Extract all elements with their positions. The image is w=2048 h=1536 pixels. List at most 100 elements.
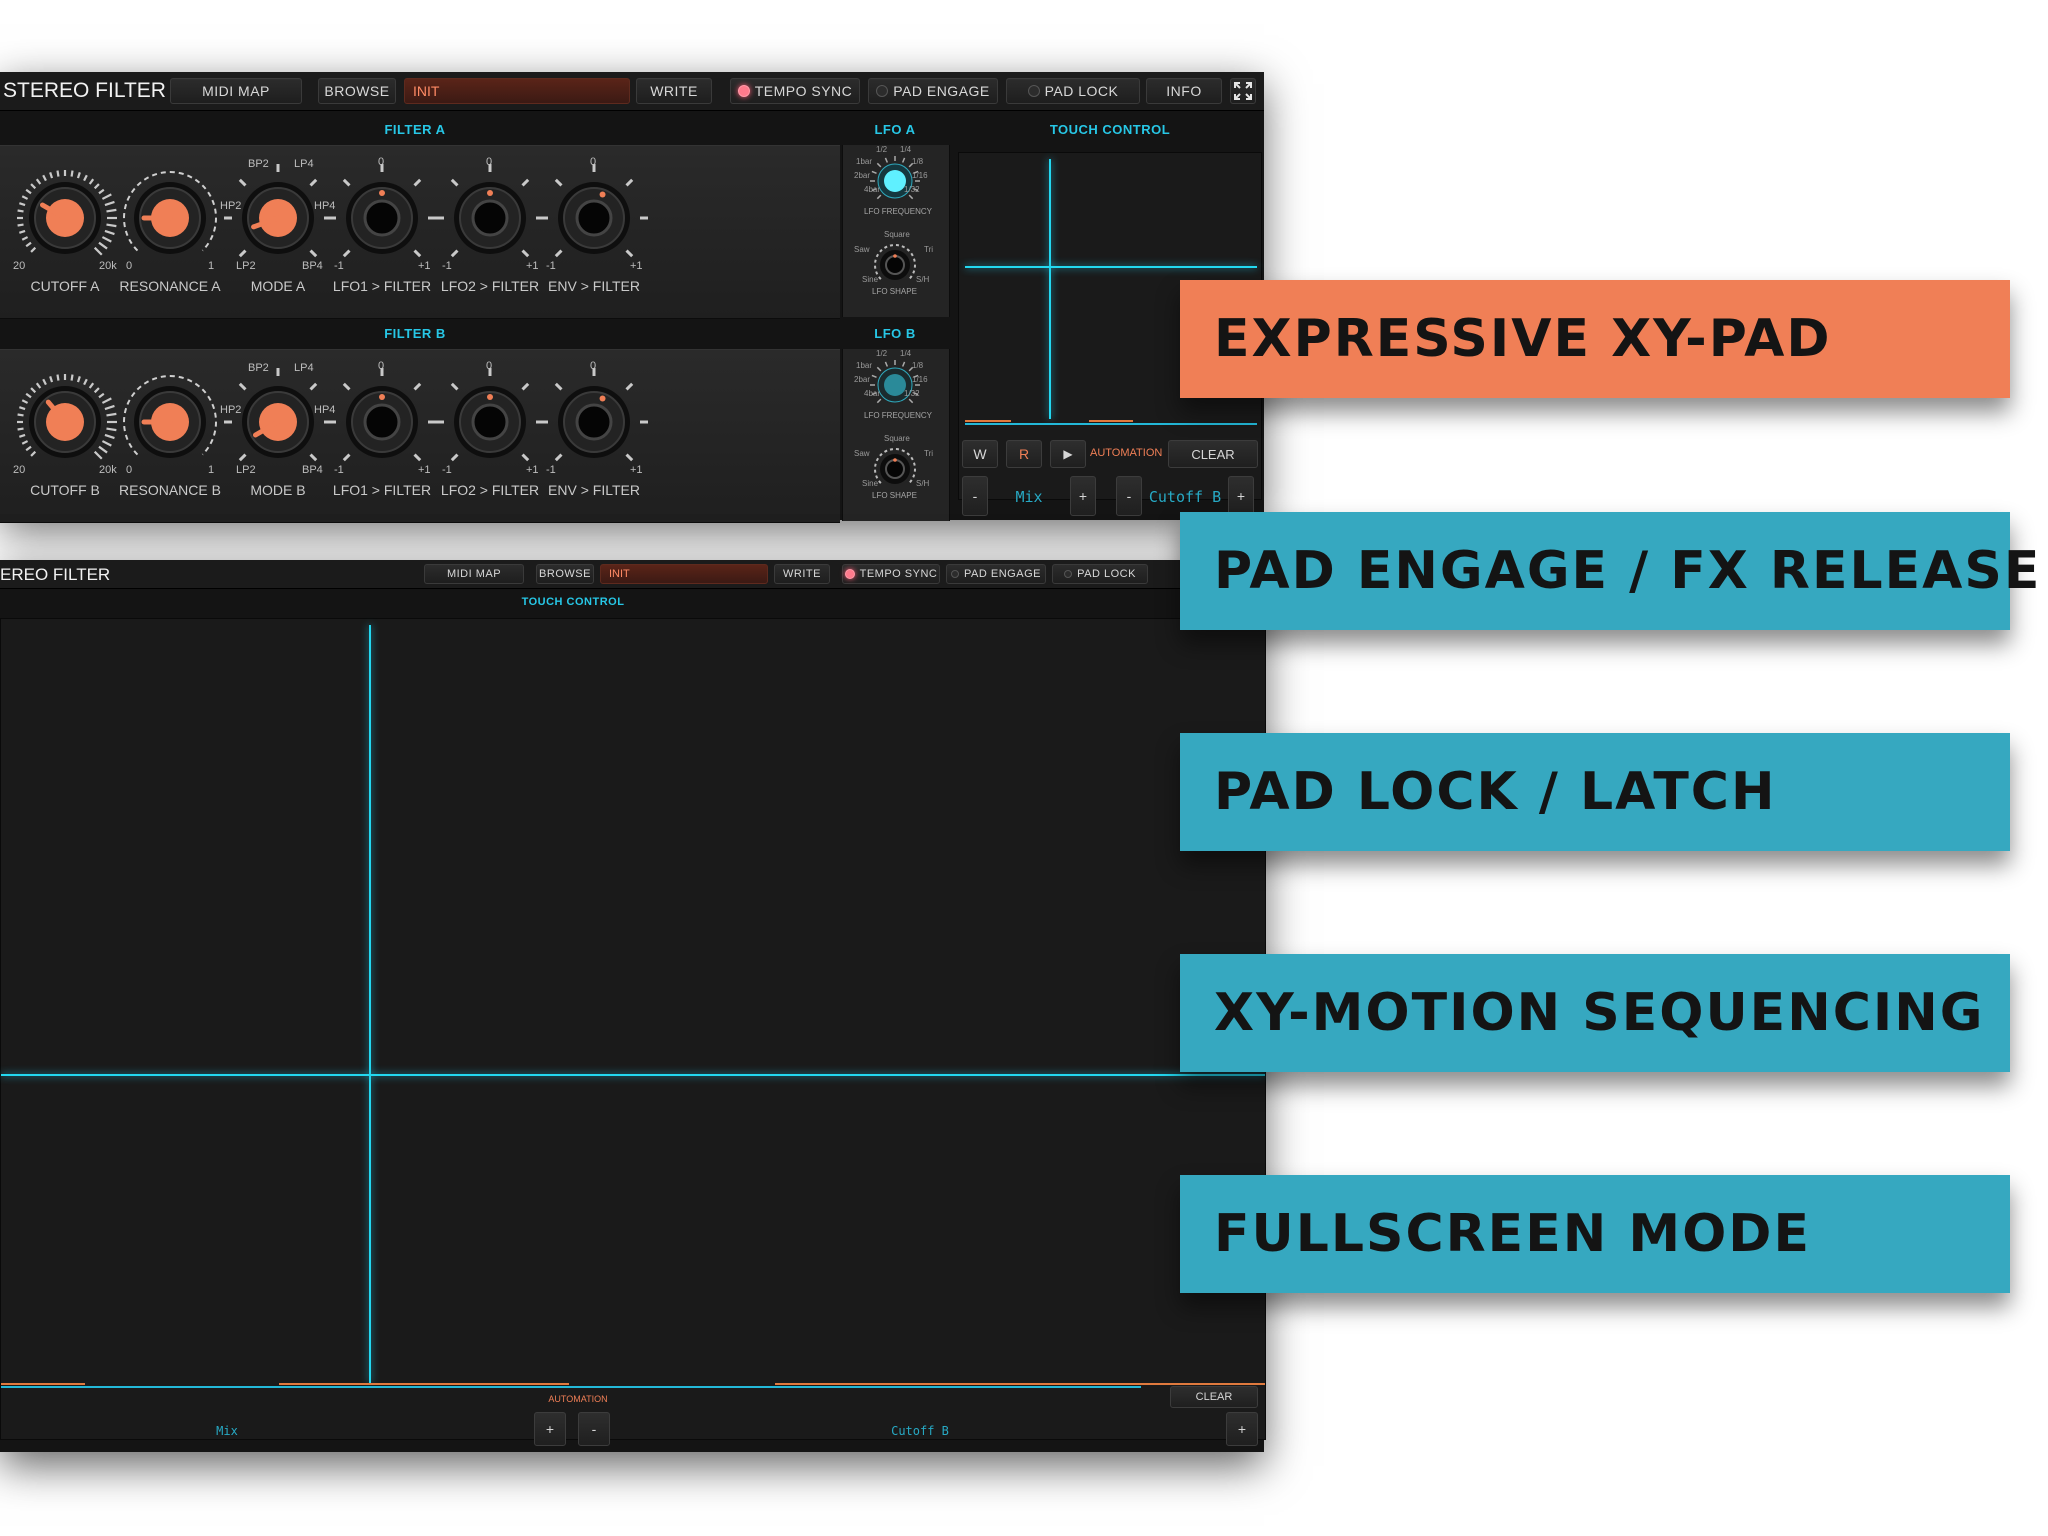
y-param-decrement-button[interactable]: - (1116, 476, 1142, 516)
lfo-division-label: 1/16 (912, 375, 928, 384)
knob-mode-a[interactable]: MODE A BP2 LP4 HP2 HP4 LP2 BP4 (218, 158, 338, 310)
scale-mid-label: 0 (486, 360, 493, 372)
tempo-sync-label: TEMPO SYNC (754, 83, 853, 99)
fullscreen-button[interactable] (1230, 78, 1256, 104)
x-param-decrement-button[interactable]: - (962, 476, 988, 516)
midi-map-button[interactable]: MIDI MAP (170, 78, 302, 104)
callout-xy-pad: EXPRESSIVE XY-PAD (1180, 280, 2010, 398)
xy-pad-vertical-crosshair (1049, 159, 1051, 419)
plugin-window: STEREO FILTER MIDI MAP BROWSE INIT WRITE… (0, 72, 1264, 523)
pad-engage-toggle[interactable]: PAD ENGAGE (868, 78, 998, 104)
write-automation-button[interactable]: W (962, 440, 998, 468)
touch-control-heading: TOUCH CONTROL (1049, 122, 1171, 137)
callout-fullscreen: FULLSCREEN MODE (1180, 1175, 2010, 1293)
fullscreen-tempo-sync-label: TEMPO SYNC (859, 568, 938, 580)
lfo-division-label: 1/2 (876, 349, 888, 358)
lfo-shape-knob-icon[interactable] (842, 235, 948, 295)
fullscreen-xy-pad[interactable] (0, 618, 1266, 1440)
play-automation-button[interactable]: ▶ (1050, 440, 1086, 468)
fullscreen-x-param-increment-button[interactable]: + (534, 1412, 566, 1446)
lfo-shape-label: Sine (862, 275, 879, 284)
lfo-shape-label: S/H (916, 275, 930, 284)
knob-label: ENV > FILTER (548, 278, 640, 294)
knob-lfo2-filter[interactable]: LFO2 > FILTER 0 -1 +1 (430, 156, 550, 310)
lfo-division-label: 4bar (864, 185, 881, 194)
fullscreen-pad-engage-toggle[interactable]: PAD ENGAGE (946, 564, 1046, 584)
knob-lfo1-filter[interactable]: LFO1 > FILTER 0 -1 +1 (322, 360, 442, 514)
knob-label: LFO2 > FILTER (440, 278, 540, 294)
lfo-shape-label: Sine (862, 479, 879, 488)
lfo-frequency-label: LFO FREQUENCY (864, 411, 933, 420)
fullscreen-clear-button[interactable]: CLEAR (1170, 1386, 1258, 1408)
knob-label: LFO1 > FILTER (332, 482, 432, 498)
callout-pad-engage-text: PAD ENGAGE / FX RELEASE (1214, 541, 2042, 601)
knob-lfo1-filter[interactable]: LFO1 > FILTER 0 -1 +1 (322, 156, 442, 310)
mode-bp2-label: BP2 (248, 362, 269, 374)
fullscreen-x-param-value: Mix (216, 1424, 238, 1438)
knob-cutoff-b[interactable]: CUTOFF B 20 20k (5, 364, 125, 514)
knob-env-filter[interactable]: ENV > FILTER 0 -1 +1 (534, 360, 654, 514)
fullscreen-pad-engage-led-icon (951, 570, 960, 578)
preset-name-field[interactable]: INIT (404, 78, 630, 104)
fullscreen-vertical-crosshair (369, 625, 371, 1383)
fullscreen-tempo-sync-toggle[interactable]: TEMPO SYNC (842, 564, 940, 584)
fullscreen-pad-lock-led-icon (1064, 570, 1073, 578)
knob-label: CUTOFF A (30, 278, 100, 294)
fullscreen-pad-engage-label: PAD ENGAGE (964, 568, 1041, 580)
read-automation-button[interactable]: R (1006, 440, 1042, 468)
callout-fullscreen-text: FULLSCREEN MODE (1214, 1204, 1811, 1264)
fullscreen-preset-name-field[interactable]: INIT (600, 564, 768, 584)
automation-lane-y-segment (1089, 420, 1133, 422)
knob-label: MODE B (250, 482, 306, 498)
callout-motion-sequencing-text: XY-MOTION SEQUENCING (1214, 983, 1985, 1043)
fullscreen-y-param-decrement-button[interactable]: - (578, 1412, 610, 1446)
scale-max-label: +1 (418, 464, 431, 476)
callout-motion-sequencing: XY-MOTION SEQUENCING (1180, 954, 2010, 1072)
app-title: STEREO FILTER (3, 79, 166, 102)
callout-pad-lock-text: PAD LOCK / LATCH (1214, 762, 1777, 822)
knob-mode-b[interactable]: MODE B BP2 LP4 HP2 HP4 LP2 BP4 (218, 362, 338, 514)
clear-automation-button[interactable]: CLEAR (1168, 440, 1258, 468)
fullscreen-y-param-increment-button[interactable]: + (1226, 1412, 1258, 1446)
mode-lp2-label: LP2 (236, 260, 256, 272)
tempo-sync-led-icon (737, 85, 750, 97)
knob-lfo2-filter[interactable]: LFO2 > FILTER 0 -1 +1 (430, 360, 550, 514)
knob-resonance-b[interactable]: RESONANCE B 0 1 (110, 364, 230, 514)
scale-min-label: -1 (334, 260, 344, 272)
pad-lock-led-icon (1027, 85, 1040, 97)
automation-lane-x (965, 423, 1257, 425)
knob-resonance-a[interactable]: RESONANCE A 0 1 (110, 160, 230, 310)
lfo-shape-label: Saw (854, 449, 870, 458)
knob-label: RESONANCE A (119, 278, 221, 294)
scale-mid-label: 0 (378, 360, 385, 372)
lfo-division-label: 1bar (856, 157, 873, 166)
browse-button[interactable]: BROWSE (318, 78, 396, 104)
x-param-increment-button[interactable]: + (1070, 476, 1096, 516)
lfo-shape-label: Saw (854, 245, 870, 254)
lfo-a-controls: 1/2 1/4 1bar 1/8 2bar 1/16 4bar 1/32 LFO FREQUEN… (842, 145, 948, 317)
fullscreen-touch-control-heading: TOUCH CONTROL (521, 596, 625, 608)
fullscreen-write-button[interactable]: WRITE (774, 564, 830, 584)
fullscreen-pad-lock-toggle[interactable]: PAD LOCK (1052, 564, 1148, 584)
write-button[interactable]: WRITE (636, 78, 712, 104)
lfo-shape-label: Square (884, 230, 910, 239)
lfo-division-label: 1/8 (912, 361, 924, 370)
mode-bp2-label: BP2 (248, 158, 269, 170)
fullscreen-midi-map-button[interactable]: MIDI MAP (424, 564, 524, 584)
scale-min-label: -1 (442, 464, 452, 476)
mode-lp4-label: LP4 (294, 362, 314, 374)
filter-b-heading: FILTER B (384, 326, 446, 341)
fullscreen-browse-button[interactable]: BROWSE (536, 564, 594, 584)
lfo-shape-knob-icon[interactable] (842, 439, 948, 499)
lfo-frequency-label: LFO FREQUENCY (864, 207, 933, 216)
fullscreen-automation-lane-y-segment (279, 1383, 569, 1385)
lfo-division-label: 2bar (854, 375, 871, 384)
info-button[interactable]: INFO (1146, 78, 1222, 104)
knob-cutoff-a[interactable]: CUTOFF A 20 20k (5, 160, 125, 310)
y-param-increment-button[interactable]: + (1228, 476, 1254, 516)
scale-mid-label: 0 (378, 156, 385, 168)
pad-lock-toggle[interactable]: PAD LOCK (1006, 78, 1140, 104)
knob-env-filter[interactable]: ENV > FILTER 0 -1 +1 (534, 156, 654, 310)
callout-pad-lock: PAD LOCK / LATCH (1180, 733, 2010, 851)
tempo-sync-toggle[interactable]: TEMPO SYNC (730, 78, 860, 104)
